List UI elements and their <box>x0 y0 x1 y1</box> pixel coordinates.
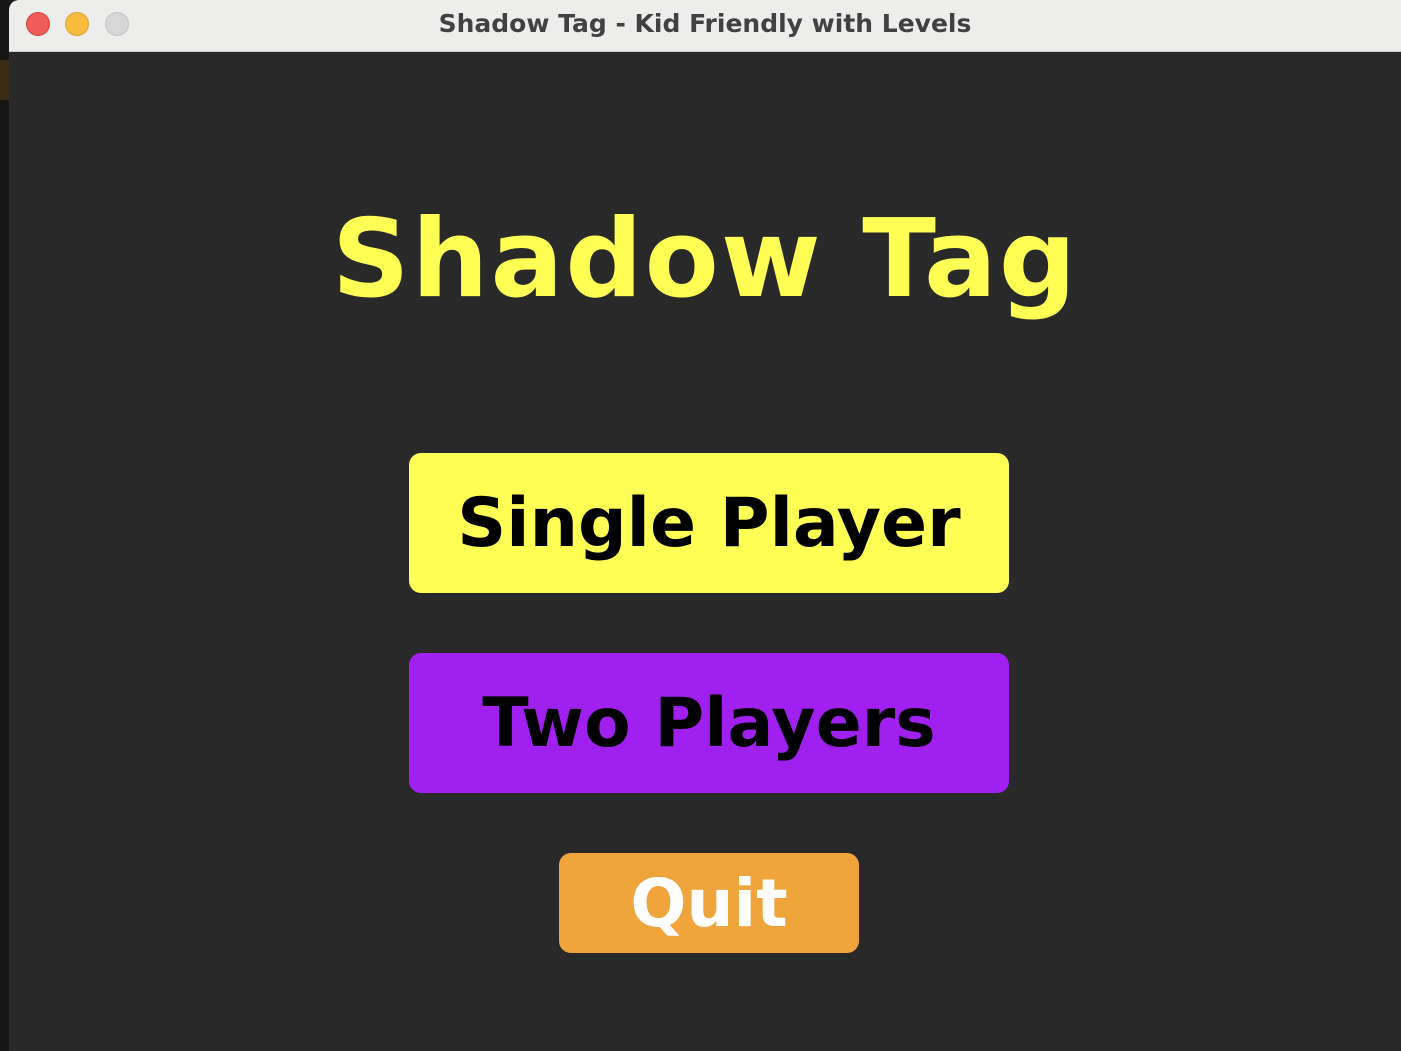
window-title: Shadow Tag - Kid Friendly with Levels <box>438 9 972 38</box>
desktop-left-edge <box>0 0 9 1051</box>
two-players-label: Two Players <box>482 683 936 763</box>
game-window: Shadow Tag - Kid Friendly with Levels Sh… <box>9 0 1401 1051</box>
quit-button[interactable]: Quit <box>559 853 859 953</box>
two-players-button[interactable]: Two Players <box>409 653 1009 793</box>
quit-label: Quit <box>630 864 788 942</box>
game-title: Shadow Tag <box>331 197 1079 322</box>
single-player-label: Single Player <box>457 483 961 563</box>
title-bar[interactable]: Shadow Tag - Kid Friendly with Levels <box>9 0 1401 52</box>
desktop-background-strip <box>0 60 9 100</box>
single-player-button[interactable]: Single Player <box>409 453 1009 593</box>
